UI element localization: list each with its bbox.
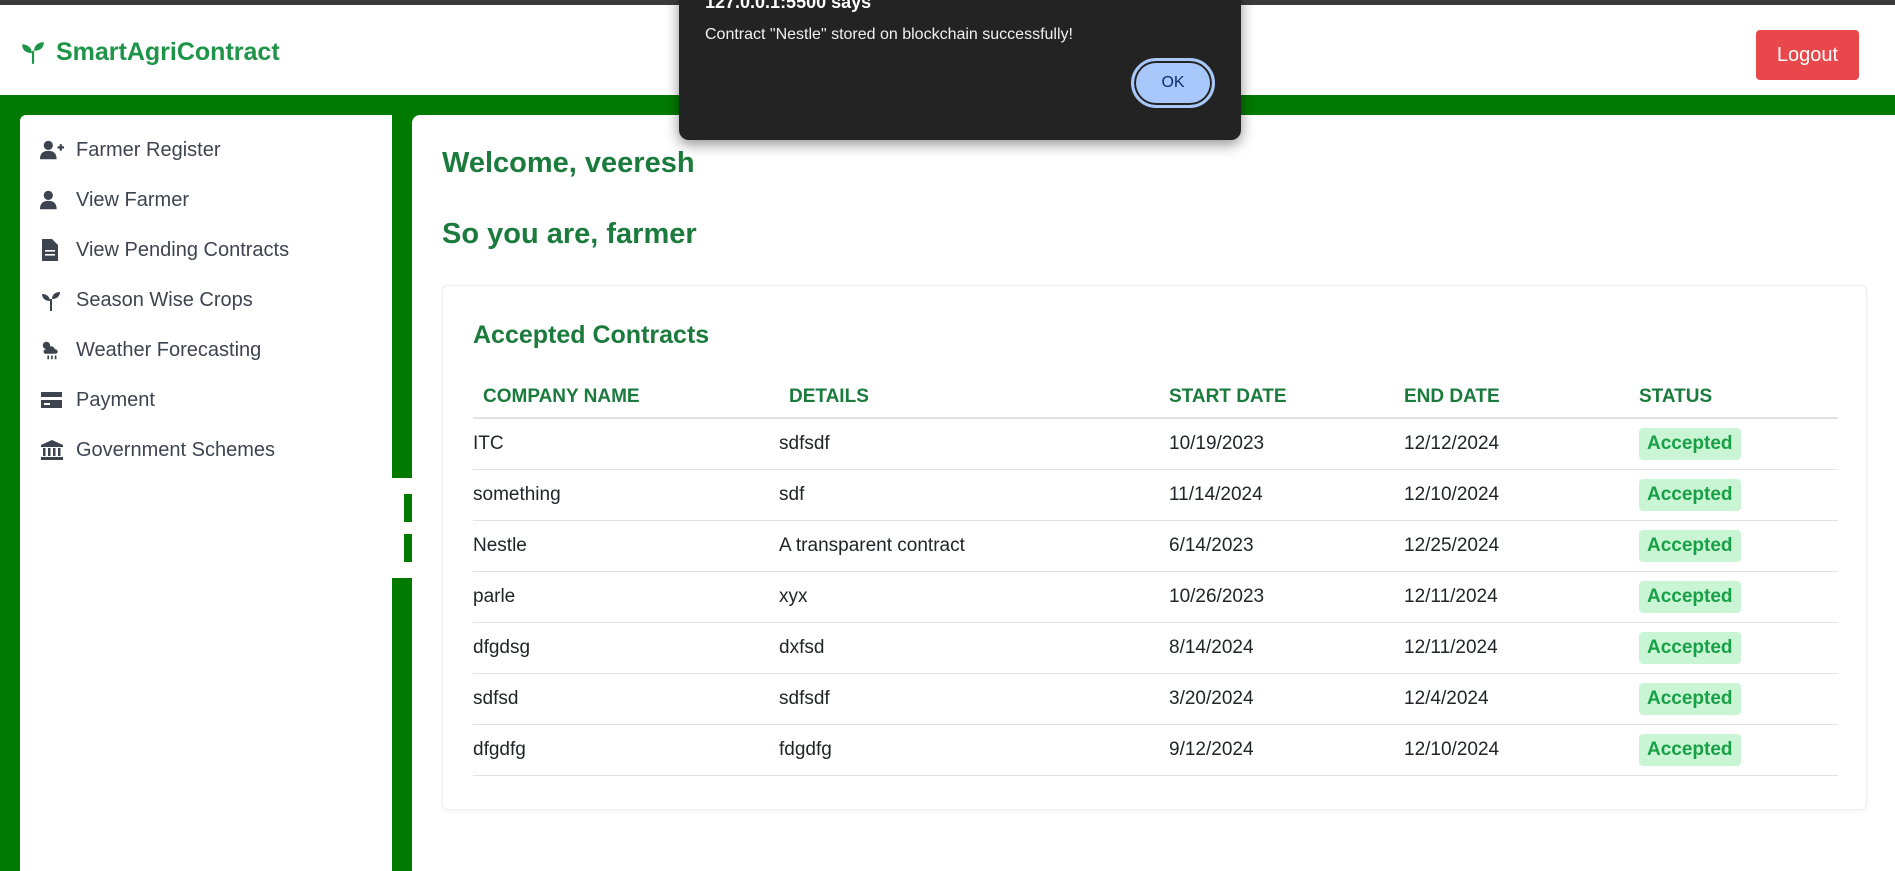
column-header-status: STATUS [1629,376,1838,419]
sidebar-toggle-handle[interactable] [392,478,412,578]
column-header-start-date: START DATE [1159,376,1394,419]
status-cell: Accepted [1629,469,1838,521]
card-title: Accepted Contracts [473,321,710,349]
sidebar-item-view-farmer[interactable]: View Farmer [20,175,392,225]
sidebar-item-label: View Pending Contracts [76,238,290,261]
column-header-end-date: END DATE [1394,376,1629,419]
accepted-contracts-card: Accepted Contracts COMPANY NAME DETAILS … [442,285,1867,810]
details-cell: dxfsd [779,622,1159,674]
status-badge: Accepted [1639,631,1741,664]
details-cell: fdgdfg [779,724,1159,776]
company-cell: dfgdfg [473,724,779,776]
brand[interactable]: SmartAgriContract [20,38,280,67]
status-cell: Accepted [1629,622,1838,674]
sidebar-item-government-schemes[interactable]: Government Schemes [20,425,392,475]
status-badge: Accepted [1639,529,1741,562]
sidebar-item-label: Season Wise Crops [76,288,253,311]
sidebar-item-label: Government Schemes [76,438,275,461]
handle-bar [404,494,412,522]
dialog-message: Contract "Nestle" stored on blockchain s… [705,26,1073,43]
status-cell: Accepted [1629,520,1838,572]
table-row: dfgdsg dxfsd 8/14/2024 12/11/2024 Accept… [473,622,1838,674]
company-cell: parle [473,571,779,623]
status-badge: Accepted [1639,733,1741,766]
brand-name: SmartAgriContract [56,38,280,66]
table-row: ITC sdfsdf 10/19/2023 12/12/2024 Accepte… [473,418,1838,470]
bank-icon [41,440,63,460]
table-header-row: COMPANY NAME DETAILS START DATE END DATE… [473,376,1838,419]
seedling-icon [22,41,44,64]
end-date-cell: 12/11/2024 [1394,622,1629,674]
role-heading: So you are, farmer [442,218,697,250]
user-icon [40,190,57,210]
column-header-company: COMPANY NAME [473,376,779,419]
start-date-cell: 3/20/2024 [1159,673,1394,725]
table-row: sdfsd sdfsdf 3/20/2024 12/4/2024 Accepte… [473,673,1838,725]
sidebar-item-label: Weather Forecasting [76,338,262,361]
details-cell: sdfsdf [779,418,1159,470]
start-date-cell: 11/14/2024 [1159,469,1394,521]
column-header-details: DETAILS [779,376,1159,419]
company-cell: dfgdsg [473,622,779,674]
end-date-cell: 12/4/2024 [1394,673,1629,725]
details-cell: sdf [779,469,1159,521]
sidebar-item-season-wise-crops[interactable]: Season Wise Crops [20,275,392,325]
table-row: Nestle A transparent contract 6/14/2023 … [473,520,1838,572]
sidebar-item-weather-forecasting[interactable]: Weather Forecasting [20,325,392,375]
start-date-cell: 6/14/2023 [1159,520,1394,572]
details-cell: A transparent contract [779,520,1159,572]
status-cell: Accepted [1629,418,1838,470]
main-content: Welcome, veeresh So you are, farmer Acce… [412,115,1895,871]
sidebar-item-label: View Farmer [76,188,189,211]
details-cell: xyx [779,571,1159,623]
end-date-cell: 12/12/2024 [1394,418,1629,470]
seedling-icon [42,292,60,311]
status-badge: Accepted [1639,427,1741,460]
sidebar: Farmer Register View Farmer View Pending… [20,115,392,871]
end-date-cell: 12/10/2024 [1394,469,1629,521]
company-cell: sdfsd [473,673,779,725]
status-badge: Accepted [1639,580,1741,613]
company-cell: Nestle [473,520,779,572]
user-plus-icon [40,140,64,160]
dialog-title: 127.0.0.1:5500 says [705,0,872,12]
credit-card-icon [41,392,62,408]
status-badge: Accepted [1639,478,1741,511]
handle-bar [404,534,412,562]
status-cell: Accepted [1629,724,1838,776]
end-date-cell: 12/25/2024 [1394,520,1629,572]
sidebar-item-farmer-register[interactable]: Farmer Register [20,125,392,175]
sidebar-item-payment[interactable]: Payment [20,375,392,425]
table-row: something sdf 11/14/2024 12/10/2024 Acce… [473,469,1838,521]
ok-button[interactable]: OK [1131,58,1215,108]
file-icon [42,239,58,261]
details-cell: sdfsdf [779,673,1159,725]
welcome-heading: Welcome, veeresh [442,147,695,179]
company-cell: something [473,469,779,521]
sidebar-item-label: Farmer Register [76,138,221,161]
alert-dialog: 127.0.0.1:5500 says Contract "Nestle" st… [679,0,1241,140]
start-date-cell: 9/12/2024 [1159,724,1394,776]
start-date-cell: 10/19/2023 [1159,418,1394,470]
logout-button[interactable]: Logout [1756,30,1859,80]
contracts-table: COMPANY NAME DETAILS START DATE END DATE… [473,376,1838,776]
sidebar-item-view-pending-contracts[interactable]: View Pending Contracts [20,225,392,275]
start-date-cell: 8/14/2024 [1159,622,1394,674]
status-badge: Accepted [1639,682,1741,715]
status-cell: Accepted [1629,673,1838,725]
sidebar-item-label: Payment [76,388,155,411]
end-date-cell: 12/11/2024 [1394,571,1629,623]
cloud-sun-rain-icon [42,341,58,360]
company-cell: ITC [473,418,779,470]
table-row: dfgdfg fdgdfg 9/12/2024 12/10/2024 Accep… [473,724,1838,776]
table-row: parle xyx 10/26/2023 12/11/2024 Accepted [473,571,1838,623]
status-cell: Accepted [1629,571,1838,623]
end-date-cell: 12/10/2024 [1394,724,1629,776]
start-date-cell: 10/26/2023 [1159,571,1394,623]
